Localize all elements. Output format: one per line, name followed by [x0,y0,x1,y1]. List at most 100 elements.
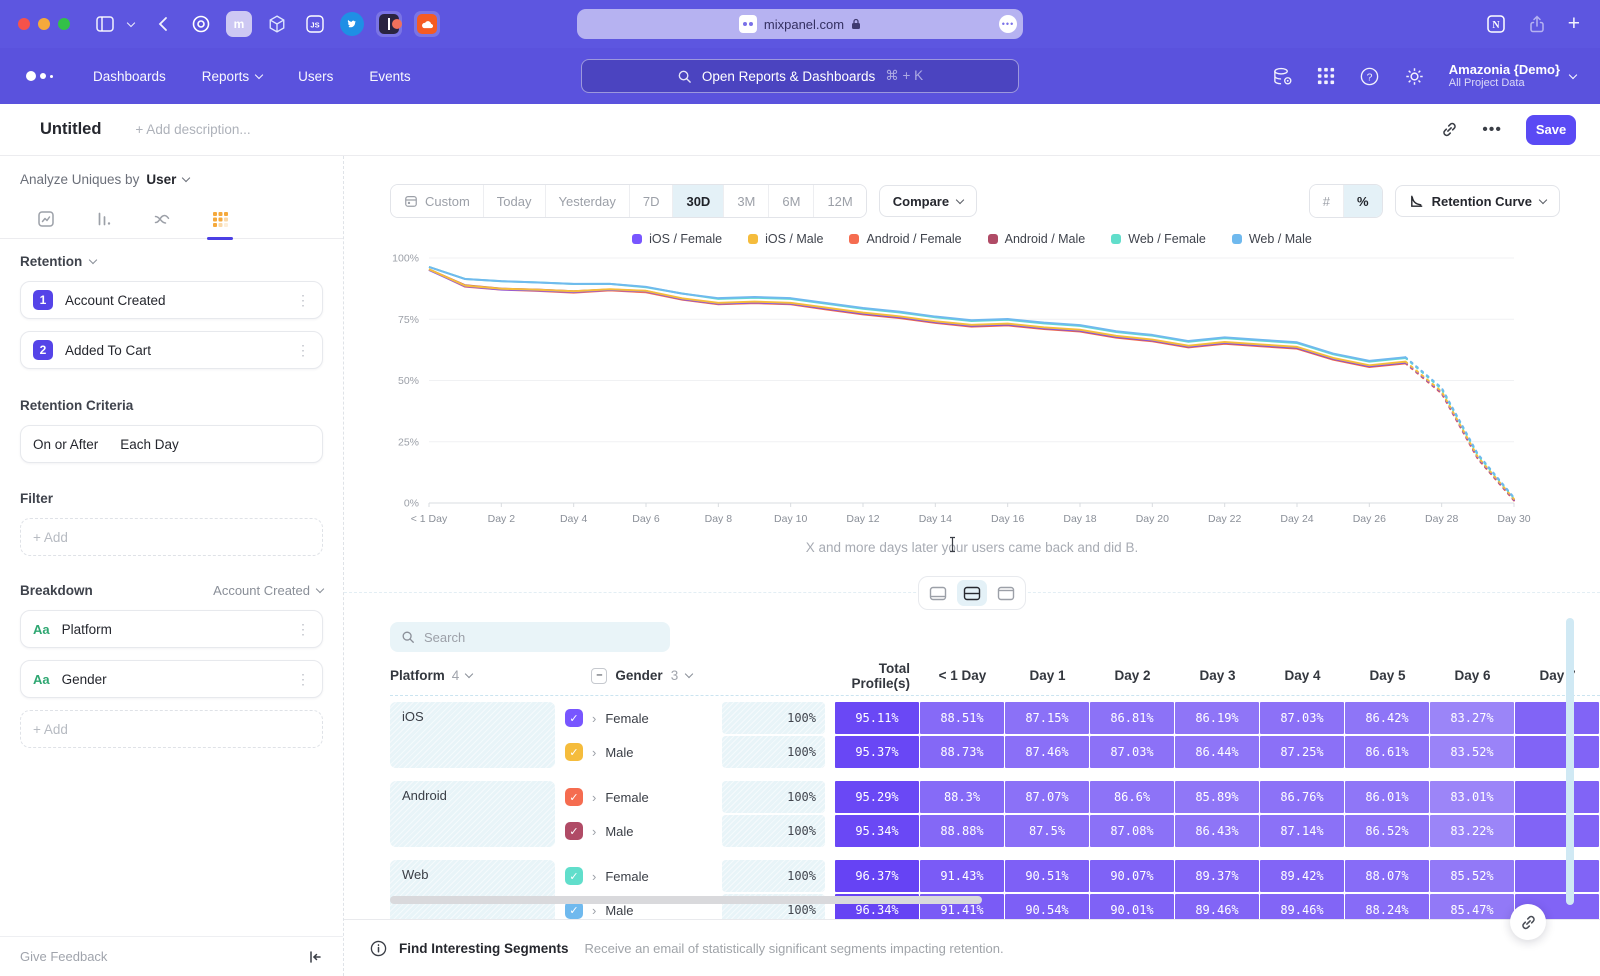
retention-value-cell[interactable]: 86.52% [1345,815,1429,847]
segment-checkbox[interactable]: ✓ [565,709,583,727]
legend-item[interactable]: Android / Female [849,232,961,246]
retention-value-cell[interactable]: 87.5% [1005,815,1089,847]
retention-value-cell[interactable]: 83.27% [1430,702,1514,734]
more-options-icon[interactable]: ••• [1482,121,1502,139]
nav-item-events[interactable]: Events [369,69,410,84]
chevron-right-icon[interactable]: › [592,903,596,918]
kebab-menu-icon[interactable]: ⋮ [296,342,310,359]
segment-checkbox[interactable]: ✓ [565,788,583,806]
retention-value-cell[interactable]: 90.01% [1090,894,1174,919]
retention-value-cell[interactable]: 87.07% [1005,781,1089,813]
legend-item[interactable]: iOS / Male [748,232,823,246]
chevron-right-icon[interactable]: › [592,869,596,884]
gear-icon[interactable] [1404,66,1425,87]
collapse-sidebar-icon[interactable] [307,949,323,965]
retention-value-cell[interactable]: 89.46% [1175,894,1259,919]
cube-icon[interactable] [264,11,290,37]
js-icon[interactable]: JS [302,11,328,37]
tab-funnels[interactable] [94,199,114,239]
range-30d[interactable]: 30D [672,185,723,217]
kebab-menu-icon[interactable]: ⋮ [296,621,310,638]
retention-value-cell[interactable]: 95.11% [835,702,919,734]
breakdown-property-card[interactable]: AaGender⋮ [20,660,323,698]
view-table-only[interactable] [991,580,1021,606]
retention-value-cell[interactable]: 87.03% [1260,702,1344,734]
global-search-input[interactable]: Open Reports & Dashboards ⌘ + K [581,59,1019,93]
give-feedback-link[interactable]: Give Feedback [20,949,107,964]
retention-value-cell[interactable]: 87.25% [1260,736,1344,768]
sidebar-toggle-icon[interactable] [96,16,114,32]
gender-cell[interactable]: ✓›Male [565,736,722,768]
count-toggle[interactable]: # [1310,185,1343,217]
retention-value-cell[interactable]: 88.24% [1345,894,1429,919]
segment-checkbox[interactable]: ✓ [565,743,583,761]
new-tab-icon[interactable]: + [1568,12,1580,36]
retention-value-cell[interactable]: 90.54% [1005,894,1089,919]
retention-value-cell[interactable]: 90.51% [1005,860,1089,892]
notion-extension-icon[interactable]: N [1486,14,1506,34]
compare-button[interactable]: Compare [879,185,977,217]
help-icon[interactable]: ? [1359,66,1380,87]
segment-checkbox[interactable]: ✓ [565,822,583,840]
report-description-placeholder[interactable]: + Add description... [135,122,250,137]
apps-grid-icon[interactable] [1317,67,1335,85]
retention-value-cell[interactable]: 86.19% [1175,702,1259,734]
url-bar[interactable]: mixpanel.com ••• [577,9,1023,39]
tab-insights[interactable] [36,199,56,239]
range-12m[interactable]: 12M [813,185,865,217]
nav-item-dashboards[interactable]: Dashboards [93,69,166,84]
retention-value-cell[interactable]: 87.14% [1260,815,1344,847]
select-all-checkbox[interactable]: – [591,668,607,684]
retention-step-card[interactable]: 1Account Created⋮ [20,281,323,319]
criteria-interval[interactable]: Each Day [120,437,179,452]
platform-column-header[interactable]: Platform 4 [390,668,566,683]
report-title[interactable]: Untitled [40,120,101,139]
retention-value-cell[interactable]: 86.42% [1345,702,1429,734]
m-avatar-icon[interactable]: m [226,11,252,37]
chevron-right-icon[interactable]: › [592,711,596,726]
retention-value-cell[interactable]: 88.07% [1345,860,1429,892]
chevron-right-icon[interactable]: › [592,824,596,839]
retention-value-cell[interactable]: 96.37% [835,860,919,892]
copy-link-icon[interactable] [1441,121,1458,138]
range-3m[interactable]: 3M [723,185,768,217]
legend-item[interactable]: iOS / Female [632,232,722,246]
retention-value-cell[interactable]: 88.73% [920,736,1004,768]
retention-value-cell[interactable]: 86.01% [1345,781,1429,813]
range-7d[interactable]: 7D [629,185,673,217]
range-custom[interactable]: Custom [391,185,483,217]
retention-value-cell[interactable]: 86.76% [1260,781,1344,813]
range-yesterday[interactable]: Yesterday [545,185,629,217]
add-breakdown-button[interactable]: + Add [20,710,323,748]
back-icon[interactable] [158,16,168,32]
share-icon[interactable] [1528,14,1546,34]
gender-cell[interactable]: ✓›Male [565,815,722,847]
url-more-icon[interactable]: ••• [999,15,1017,33]
retention-value-cell[interactable]: 85.52% [1430,860,1514,892]
retention-value-cell[interactable]: 86.61% [1345,736,1429,768]
close-window-button[interactable] [18,18,30,30]
soundcloud-icon[interactable] [414,11,440,37]
segments-title[interactable]: Find Interesting Segments [399,941,569,956]
retention-value-cell[interactable]: 86.6% [1090,781,1174,813]
legend-item[interactable]: Web / Male [1232,232,1312,246]
retention-value-cell[interactable]: 85.89% [1175,781,1259,813]
retention-value-cell[interactable]: 86.43% [1175,815,1259,847]
retention-value-cell[interactable]: 87.03% [1090,736,1174,768]
segment-checkbox[interactable]: ✓ [565,867,583,885]
platform-cell[interactable]: iOS [390,702,555,768]
retention-value-cell[interactable]: 87.46% [1005,736,1089,768]
breakdown-property-card[interactable]: AaPlatform⋮ [20,610,323,648]
analyze-entity-selector[interactable]: User [146,172,176,187]
nav-item-users[interactable]: Users [298,69,333,84]
chart-type-selector[interactable]: Retention Curve [1395,185,1560,217]
gender-cell[interactable]: ✓›Female [565,860,722,892]
view-chart-only[interactable] [923,580,953,606]
mixpanel-logo-icon[interactable] [26,71,53,81]
legend-item[interactable]: Web / Female [1111,232,1206,246]
range-today[interactable]: Today [483,185,545,217]
retention-value-cell[interactable]: 95.34% [835,815,919,847]
retention-value-cell[interactable]: 83.01% [1430,781,1514,813]
retention-value-cell[interactable]: 88.51% [920,702,1004,734]
percent-toggle[interactable]: % [1343,185,1382,217]
